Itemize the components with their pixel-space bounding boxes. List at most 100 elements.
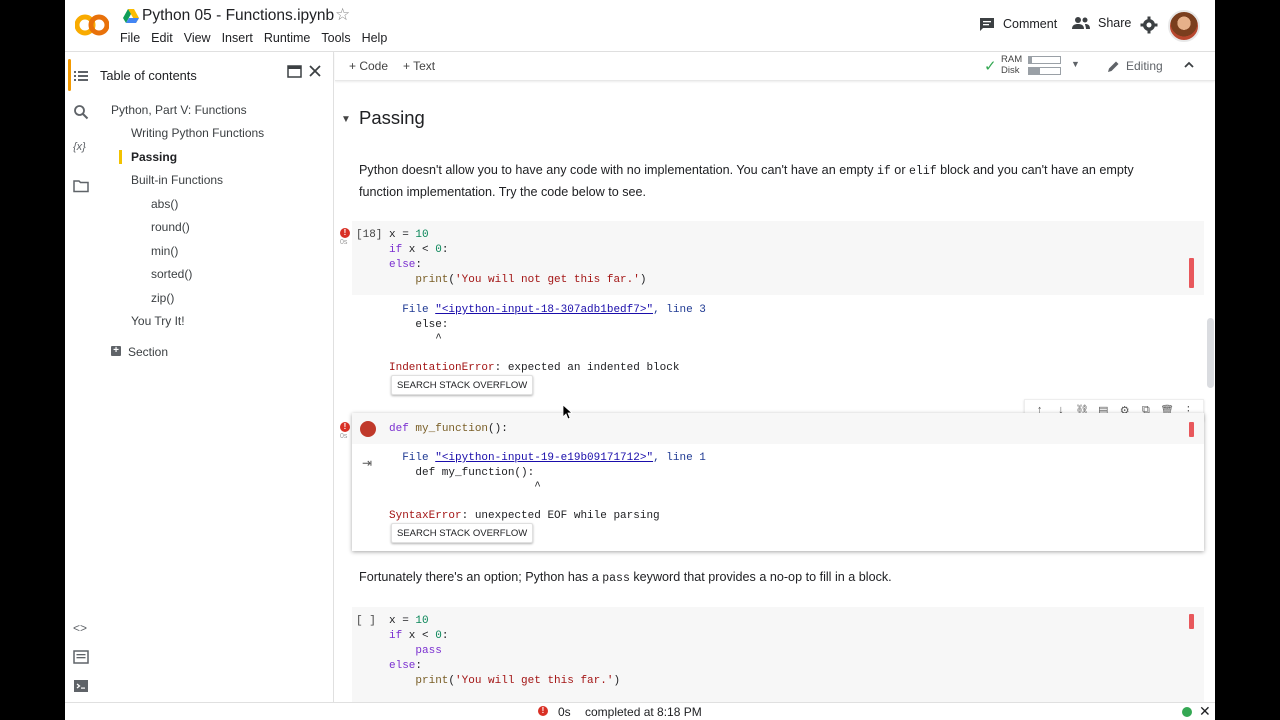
- terminal-icon[interactable]: [73, 678, 89, 694]
- open-in-new-window-icon[interactable]: [287, 64, 302, 79]
- toc-item-writing-functions[interactable]: Writing Python Functions: [131, 126, 264, 140]
- gear-icon[interactable]: [1140, 16, 1158, 34]
- output-toggle-icon[interactable]: ⇥: [362, 456, 372, 470]
- connected-check-icon: ✓: [984, 58, 997, 75]
- toc-list-icon[interactable]: [73, 68, 89, 84]
- intro-text-2: or: [890, 163, 910, 177]
- connection-status-icon: [1182, 707, 1192, 717]
- error-status-icon: !: [340, 422, 350, 432]
- menu-insert[interactable]: Insert: [222, 31, 253, 45]
- code-elif: elif: [909, 165, 937, 178]
- traceback-link[interactable]: "<ipython-input-19-e19b09171712>": [435, 452, 653, 464]
- code-editor[interactable]: def my_function():: [389, 422, 508, 437]
- disk-usage-bar[interactable]: [1028, 67, 1061, 75]
- toc-item-min[interactable]: min(): [151, 244, 178, 258]
- output-caret: ^: [389, 481, 541, 493]
- toc-title: Table of contents: [100, 68, 197, 83]
- toc-item-python-part-v[interactable]: Python, Part V: Functions: [111, 103, 247, 117]
- cell-error-marker: [1189, 258, 1194, 288]
- markdown-pass: Fortunately there's an option; Python ha…: [359, 567, 1179, 589]
- section-heading: Passing: [359, 107, 425, 128]
- search-stack-overflow-button[interactable]: SEARCH STACK OVERFLOW: [391, 523, 534, 543]
- toc-add-section[interactable]: Section: [128, 345, 168, 359]
- share-label: Share: [1098, 16, 1132, 30]
- comment-icon: [980, 18, 994, 31]
- error-message: : expected an indented block: [494, 362, 680, 374]
- error-status-icon[interactable]: !: [538, 706, 548, 716]
- chevron-up-icon[interactable]: [1183, 59, 1195, 71]
- editing-label: Editing: [1126, 59, 1163, 73]
- pass-text-1: Fortunately there's an option; Python ha…: [359, 570, 603, 584]
- code-cell[interactable]: [18] x = 10 if x < 0: else: print('You w…: [352, 221, 1204, 295]
- collapse-section-icon[interactable]: ▼: [341, 114, 351, 125]
- code-editor[interactable]: x = 10 if x < 0: pass else: print('You w…: [389, 614, 620, 689]
- ram-usage-bar[interactable]: [1028, 56, 1061, 64]
- error-message: : unexpected EOF while parsing: [461, 510, 660, 522]
- menu-view[interactable]: View: [184, 31, 211, 45]
- sidebar-rail: {x} <>: [65, 52, 97, 702]
- google-drive-icon[interactable]: [123, 8, 139, 24]
- share-button[interactable]: Share: [1072, 16, 1131, 30]
- menu-edit[interactable]: Edit: [151, 31, 173, 45]
- output-file-suffix: , line 1: [653, 452, 706, 464]
- toc-item-you-try-it[interactable]: You Try It!: [131, 314, 185, 328]
- cell-marker: [1189, 614, 1194, 629]
- menu-runtime[interactable]: Runtime: [264, 31, 311, 45]
- cell-exec-time: 0s: [340, 433, 348, 440]
- toc-item-passing[interactable]: Passing: [131, 150, 177, 164]
- resources-dropdown-icon[interactable]: ▼: [1071, 59, 1080, 69]
- status-message[interactable]: completed at 8:18 PM: [585, 705, 702, 719]
- share-people-icon: [1072, 17, 1090, 29]
- error-type: IndentationError: [389, 362, 495, 374]
- toc-current-indicator: [119, 150, 122, 164]
- search-icon[interactable]: [73, 104, 89, 120]
- pass-text-2: keyword that provides a no-op to fill in…: [629, 570, 892, 584]
- search-stack-overflow-button[interactable]: SEARCH STACK OVERFLOW: [391, 375, 534, 395]
- scrollbar[interactable]: [1207, 318, 1214, 388]
- variables-icon[interactable]: {x}: [73, 141, 89, 157]
- traceback-link[interactable]: "<ipython-input-18-307adb1bedf7>": [435, 304, 653, 316]
- folder-icon[interactable]: [73, 178, 89, 194]
- toc-item-round[interactable]: round(): [151, 220, 190, 234]
- toc-item-zip[interactable]: zip(): [151, 291, 174, 305]
- error-status-icon: !: [340, 228, 350, 238]
- add-section-icon[interactable]: +: [111, 346, 121, 356]
- menu-help[interactable]: Help: [362, 31, 388, 45]
- menu-tools[interactable]: Tools: [321, 31, 350, 45]
- close-icon[interactable]: [308, 64, 322, 78]
- mouse-pointer-icon: [563, 405, 573, 419]
- comment-button[interactable]: Comment: [979, 16, 1057, 32]
- output-caret: ^: [389, 333, 442, 345]
- colab-window: Python 05 - Functions.ipynb ☆ File Edit …: [65, 0, 1215, 720]
- header: Python 05 - Functions.ipynb ☆ File Edit …: [65, 0, 1215, 52]
- add-code-button[interactable]: + Code: [349, 59, 388, 73]
- execution-count[interactable]: [ ]: [356, 615, 376, 627]
- star-icon[interactable]: ☆: [335, 5, 350, 25]
- avatar[interactable]: [1168, 10, 1200, 42]
- run-cell-icon[interactable]: [360, 421, 376, 437]
- code-snippets-icon[interactable]: <>: [73, 621, 89, 637]
- code-editor[interactable]: x = 10 if x < 0: else: print('You will n…: [389, 228, 646, 288]
- editing-mode-button[interactable]: Editing: [1107, 59, 1163, 73]
- cell-output: File "<ipython-input-19-e19b09171712>", …: [389, 451, 706, 524]
- command-palette-icon[interactable]: [73, 649, 89, 665]
- execution-count[interactable]: [18]: [356, 229, 382, 241]
- ram-usage-fill: [1029, 57, 1033, 63]
- comment-label: Comment: [1003, 17, 1058, 31]
- toc-item-sorted[interactable]: sorted(): [151, 267, 192, 281]
- cell-error-marker: [1189, 422, 1194, 437]
- disk-label: Disk: [1001, 65, 1020, 76]
- add-text-button[interactable]: + Text: [403, 59, 435, 73]
- code-if: if: [877, 165, 891, 178]
- code-cell-focused[interactable]: def my_function(): ⇥ File "<ipython-inpu…: [352, 413, 1204, 551]
- status-bar: ! 0s completed at 8:18 PM ✕: [65, 702, 1215, 720]
- notebook-title[interactable]: Python 05 - Functions.ipynb: [142, 7, 334, 25]
- error-type: SyntaxError: [389, 510, 462, 522]
- menu-bar: File Edit View Insert Runtime Tools Help: [120, 31, 398, 45]
- toc-item-builtin-functions[interactable]: Built-in Functions: [131, 173, 223, 187]
- close-icon[interactable]: ✕: [1199, 703, 1211, 720]
- toc-item-abs[interactable]: abs(): [151, 197, 178, 211]
- code-cell[interactable]: [ ] x = 10 if x < 0: pass else: print('Y…: [352, 607, 1204, 702]
- colab-logo-icon[interactable]: [75, 11, 109, 39]
- menu-file[interactable]: File: [120, 31, 140, 45]
